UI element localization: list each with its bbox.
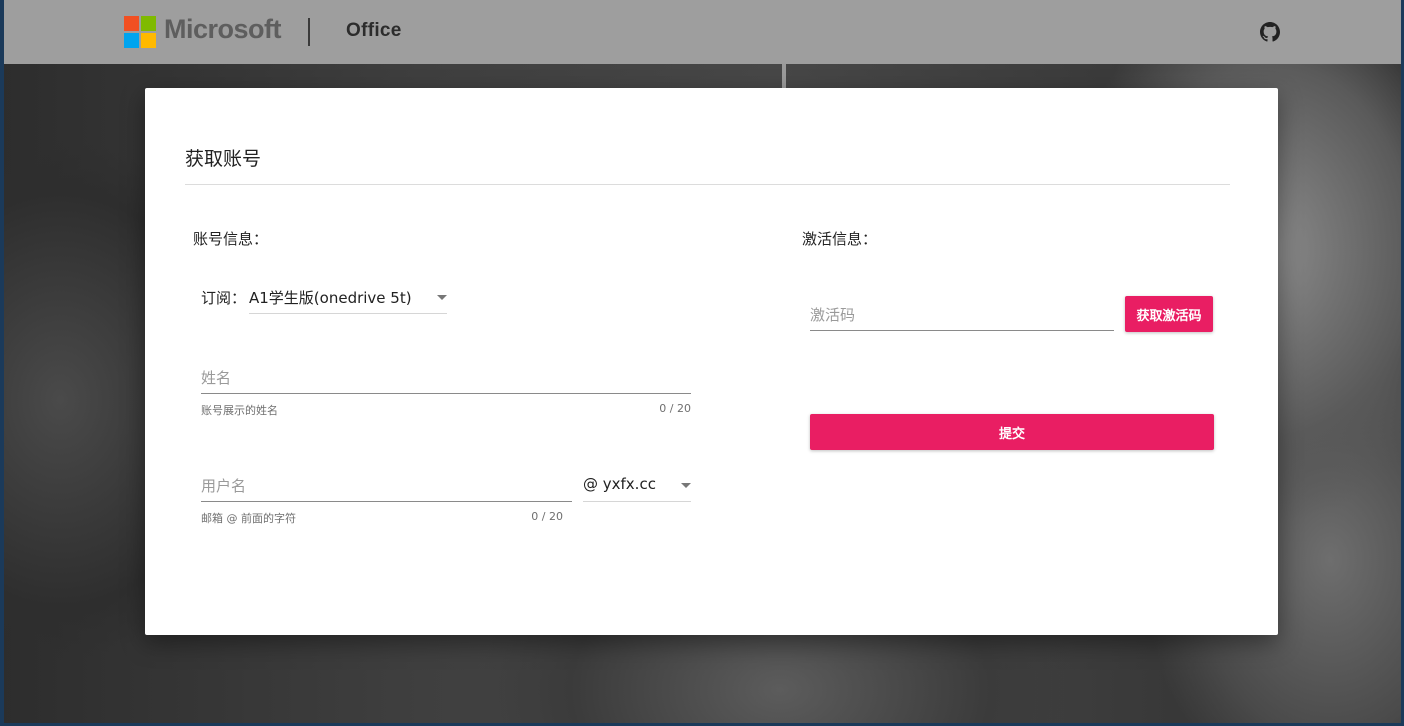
username-input[interactable]: [201, 477, 572, 495]
username-counter: 0 / 20: [531, 510, 563, 523]
dialog-title: 获取账号: [185, 148, 262, 170]
background-detail: [782, 64, 786, 88]
product-name[interactable]: Office: [346, 20, 402, 42]
domain-value: @ yxfx.cc: [583, 475, 656, 493]
brand-divider: [308, 18, 310, 46]
logo-yellow-square: [141, 33, 156, 48]
get-account-dialog: 获取账号 账号信息： 订阅： A1学生版(onedrive 5t) 账号展示的姓…: [145, 88, 1278, 635]
domain-select[interactable]: @ yxfx.cc: [583, 470, 691, 502]
logo-blue-square: [124, 33, 139, 48]
name-input[interactable]: [201, 369, 691, 387]
window-frame-left: [0, 0, 4, 726]
dialog-divider: [185, 184, 1230, 185]
subscription-label: 订阅：: [201, 289, 247, 307]
activation-info-heading: 激活信息：: [802, 230, 878, 248]
logo-red-square: [124, 16, 139, 31]
account-info-heading: 账号信息：: [193, 230, 269, 248]
activation-code-input[interactable]: [810, 306, 1114, 324]
top-header: Microsoft Office: [4, 0, 1401, 64]
github-icon[interactable]: [1260, 22, 1280, 42]
subscription-value: A1学生版(onedrive 5t): [249, 289, 412, 307]
brand-name[interactable]: Microsoft: [164, 14, 282, 45]
name-hint: 账号展示的姓名: [201, 404, 278, 417]
logo-green-square: [141, 16, 156, 31]
chevron-down-icon: [437, 295, 447, 300]
activation-code-field[interactable]: [810, 293, 1114, 331]
name-field[interactable]: [201, 356, 691, 394]
microsoft-logo-icon[interactable]: [124, 16, 156, 48]
subscription-select[interactable]: A1学生版(onedrive 5t): [249, 282, 447, 314]
get-activation-code-button[interactable]: 获取激活码: [1125, 296, 1213, 332]
name-counter: 0 / 20: [659, 402, 691, 415]
chevron-down-icon: [681, 483, 691, 488]
submit-button[interactable]: 提交: [810, 414, 1214, 450]
username-hint: 邮箱 @ 前面的字符: [201, 512, 296, 525]
username-field[interactable]: [201, 464, 572, 502]
